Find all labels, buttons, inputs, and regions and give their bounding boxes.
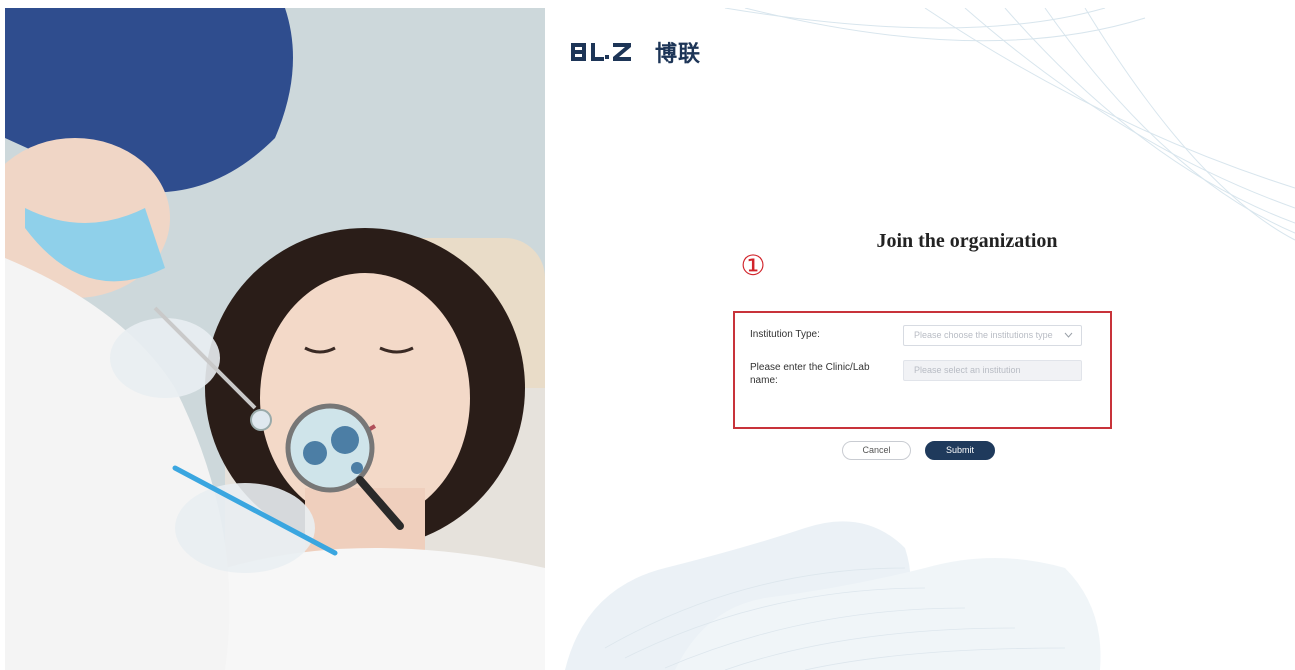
step-marker: ① <box>740 249 766 282</box>
brand-logo: 博联 <box>571 36 701 68</box>
page: 博联 Join the organization ① Institution T… <box>0 0 1295 670</box>
clinic-name-row: Please enter the Clinic/Lab name: <box>750 361 900 387</box>
join-panel: 博联 Join the organization ① Institution T… <box>545 8 1295 670</box>
page-title: Join the organization <box>876 230 1058 252</box>
clinic-name-input[interactable]: Please select an institution <box>903 360 1082 381</box>
institution-type-label: Institution Type: <box>750 329 820 340</box>
cancel-button[interactable]: Cancel <box>842 441 911 460</box>
submit-button[interactable]: Submit <box>925 441 995 460</box>
blz-logo-icon <box>571 41 649 63</box>
institution-type-select[interactable]: Please choose the institutions type <box>903 325 1082 346</box>
hero-photo <box>5 8 545 670</box>
clinic-name-placeholder: Please select an institution <box>914 365 1021 375</box>
chevron-down-icon <box>1064 326 1073 352</box>
institution-type-placeholder: Please choose the institutions type <box>914 330 1053 340</box>
institution-type-row: Institution Type: <box>750 328 900 341</box>
brand-chinese-name: 博联 <box>655 42 702 67</box>
organization-form: Institution Type: Please choose the inst… <box>733 311 1112 429</box>
clinic-name-label: Please enter the Clinic/Lab name: <box>750 362 870 386</box>
dentist-photo-illustration <box>5 8 545 670</box>
